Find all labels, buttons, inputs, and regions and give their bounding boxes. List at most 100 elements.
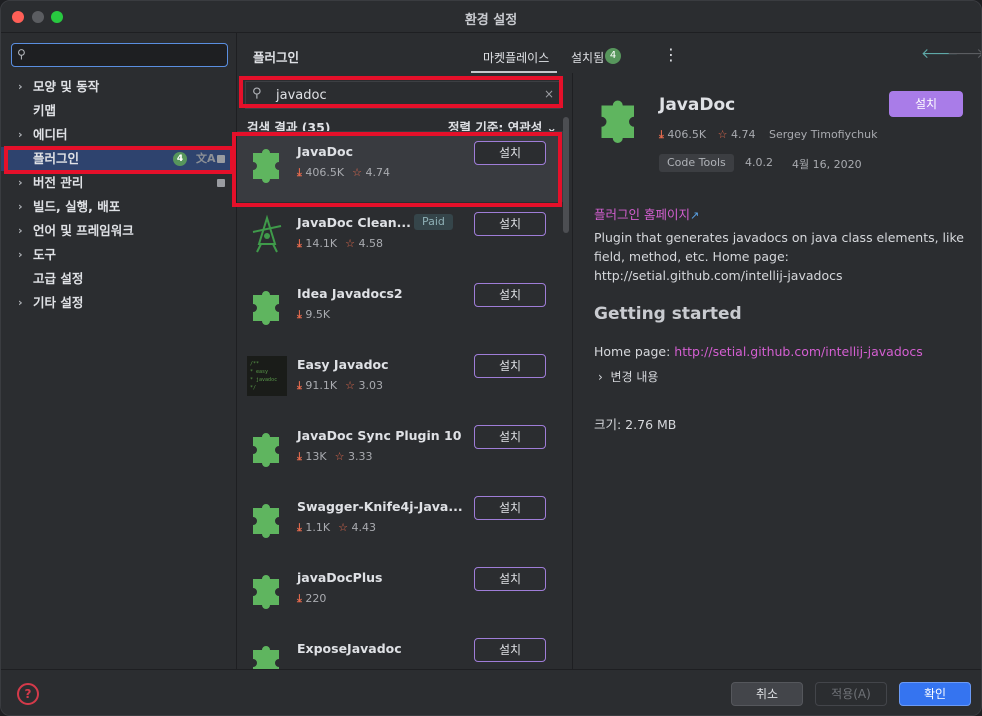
chevron-right-icon[interactable]: ›: [18, 123, 23, 147]
plugin-name: javaDocPlus: [297, 570, 383, 585]
plugin-list-pane: ⚲ javadoc × 검색 결과 (35) 정렬 기준: 연관성 ⌄ Java…: [237, 73, 573, 669]
star-icon: ☆: [334, 450, 345, 463]
sidebar-item-advanced[interactable]: 고급 설정: [1, 267, 236, 291]
plugin-meta: ⤓ 13K ☆ 3.33: [297, 450, 372, 464]
plugin-size: 크기: 2.76 MB: [594, 417, 677, 432]
install-button[interactable]: 설치: [474, 567, 546, 591]
installed-count-badge: 4: [605, 48, 621, 64]
plugin-list-item[interactable]: Swagger-Knife4j-Java... ⤓ 1.1K ☆ 4.43 설치: [237, 486, 563, 557]
plugin-search-input[interactable]: ⚲ javadoc ×: [245, 81, 561, 109]
plugin-homepage-link[interactable]: 플러그인 홈페이지↗: [594, 204, 699, 223]
puzzle-icon: [253, 149, 279, 183]
home-page-prefix: Home page:: [594, 344, 675, 359]
plugin-downloads: 91.1K: [305, 379, 338, 392]
install-button[interactable]: 설치: [474, 141, 546, 165]
detail-downloads: 406.5K: [667, 128, 707, 141]
download-icon: ⤓: [297, 379, 302, 392]
install-button[interactable]: 설치: [474, 283, 546, 307]
search-icon: ⚲: [17, 47, 26, 61]
project-level-icon: [217, 155, 225, 163]
plugin-downloads: 220: [305, 592, 327, 605]
chevron-right-icon[interactable]: ›: [18, 171, 23, 195]
plugin-list-item[interactable]: JavaDoc Sync Plugin 10 ⤓ 13K ☆ 3.33 설치: [237, 415, 563, 486]
ok-button[interactable]: 확인: [899, 682, 971, 706]
download-icon: ⤓: [297, 592, 302, 605]
sidebar-item-label: 에디터: [33, 127, 68, 142]
plugin-rating: 4.74: [365, 166, 390, 179]
install-button[interactable]: 설치: [474, 354, 546, 378]
sidebar-item-label: 버전 관리: [33, 175, 84, 190]
svg-text:* easy: * easy: [250, 369, 268, 375]
plugin-meta: ⤓ 220: [297, 592, 326, 606]
sidebar-item-editor[interactable]: › 에디터: [1, 123, 236, 147]
help-icon[interactable]: ?: [17, 683, 39, 705]
svg-text:*/: */: [250, 385, 256, 391]
clear-search-icon[interactable]: ×: [544, 87, 554, 101]
chevron-right-icon[interactable]: ›: [18, 291, 23, 315]
sidebar-item-version-control[interactable]: › 버전 관리: [1, 171, 236, 195]
svg-text:/**: /**: [250, 361, 259, 367]
page-title: 플러그인: [253, 50, 300, 65]
install-button[interactable]: 설치: [474, 638, 546, 662]
category-tag[interactable]: Code Tools: [659, 154, 734, 172]
dialog-footer: ? 취소 적용(A) 확인: [1, 669, 981, 715]
plugin-list-item[interactable]: ExposeJavadoc 설치: [237, 628, 563, 669]
plugin-list-item[interactable]: javaDocPlus ⤓ 220 설치: [237, 557, 563, 628]
plugin-name: Swagger-Knife4j-Java...: [297, 499, 463, 514]
download-icon: ⤓: [297, 166, 302, 179]
chevron-right-icon: ›: [598, 370, 611, 384]
settings-window: 환경 설정 ⚲ › 모양 및 동작 키맵 › 에디터 플러그인 4 文A › 버…: [0, 0, 982, 716]
puzzle-icon: [253, 575, 279, 609]
chevron-right-icon[interactable]: ›: [18, 243, 23, 267]
plugin-list-item[interactable]: Idea Javadocs2 ⤓ 9.5K 설치: [237, 273, 563, 344]
plugin-update-badge: 4: [173, 152, 187, 166]
chevron-right-icon[interactable]: ›: [18, 75, 23, 99]
install-button[interactable]: 설치: [474, 496, 546, 520]
cancel-button[interactable]: 취소: [731, 682, 803, 706]
tab-installed[interactable]: 설치됨: [571, 49, 604, 66]
plugin-downloads: 406.5K: [305, 166, 345, 179]
sidebar-item-label: 빌드, 실행, 배포: [33, 199, 121, 214]
plugin-meta: ⤓ 406.5K ☆ 4.74: [297, 166, 390, 180]
change-notes-label: 변경 내용: [610, 370, 659, 384]
sidebar-item-build[interactable]: › 빌드, 실행, 배포: [1, 195, 236, 219]
puzzle-icon: [253, 433, 279, 467]
sidebar-item-plugins[interactable]: 플러그인 4 文A: [1, 147, 236, 171]
change-notes-toggle[interactable]: › 변경 내용: [598, 368, 658, 385]
install-button[interactable]: 설치: [474, 425, 546, 449]
chevron-right-icon[interactable]: ›: [18, 195, 23, 219]
forward-arrow-icon[interactable]: 🡒: [947, 45, 981, 62]
tab-marketplace[interactable]: 마켓플레이스: [483, 49, 549, 66]
title-bar: 환경 설정: [1, 1, 981, 33]
plugins-header: 플러그인 마켓플레이스 설치됨 4 ⋮ 🡐 🡒: [237, 33, 981, 73]
sidebar-item-appearance[interactable]: › 모양 및 동작: [1, 75, 236, 99]
plugin-detail-stats: ⤓ 406.5K ☆ 4.74 Sergey Timofiychuk: [659, 128, 878, 142]
apply-button[interactable]: 적용(A): [815, 682, 887, 706]
sidebar-item-keymap[interactable]: 키맵: [1, 99, 236, 123]
sidebar-item-label: 도구: [33, 247, 57, 262]
sidebar-item-other[interactable]: › 기타 설정: [1, 291, 236, 315]
chevron-right-icon[interactable]: ›: [18, 219, 23, 243]
plugin-rating: 3.33: [347, 450, 373, 463]
detail-author[interactable]: Sergey Timofiychuk: [769, 128, 878, 141]
sidebar-item-languages[interactable]: › 언어 및 프레임워크: [1, 219, 236, 243]
more-options-icon[interactable]: ⋮: [663, 45, 679, 64]
sidebar-item-label: 고급 설정: [33, 271, 84, 286]
list-scrollbar[interactable]: [563, 117, 569, 233]
detail-version: 4.0.2: [745, 156, 773, 169]
settings-search-input[interactable]: ⚲: [11, 43, 228, 67]
sidebar-item-tools[interactable]: › 도구: [1, 243, 236, 267]
plugin-list-item[interactable]: /** * easy * javadoc */ Easy Javadoc ⤓ 91.1K ☆…: [237, 344, 563, 415]
plugin-rating: 3.03: [358, 379, 383, 392]
home-page-line: Home page: http://setial.github.com/inte…: [594, 344, 923, 359]
install-button[interactable]: 설치: [474, 212, 546, 236]
home-page-link[interactable]: http://setial.github.com/intellij-javado…: [674, 344, 923, 359]
detail-install-button[interactable]: 설치: [889, 91, 963, 117]
detail-rating: 4.74: [730, 128, 756, 141]
star-icon: ☆: [352, 166, 362, 179]
wizard-icon: [252, 214, 282, 253]
download-icon: ⤓: [297, 521, 302, 534]
plugin-list-item[interactable]: JavaDoc ⤓ 406.5K ☆ 4.74 설치: [237, 131, 563, 202]
plugin-list-item[interactable]: JavaDoc Clean... Paid ⤓ 14.1K ☆ 4.58 설치: [237, 202, 563, 273]
plugin-name: ExposeJavadoc: [297, 641, 402, 656]
